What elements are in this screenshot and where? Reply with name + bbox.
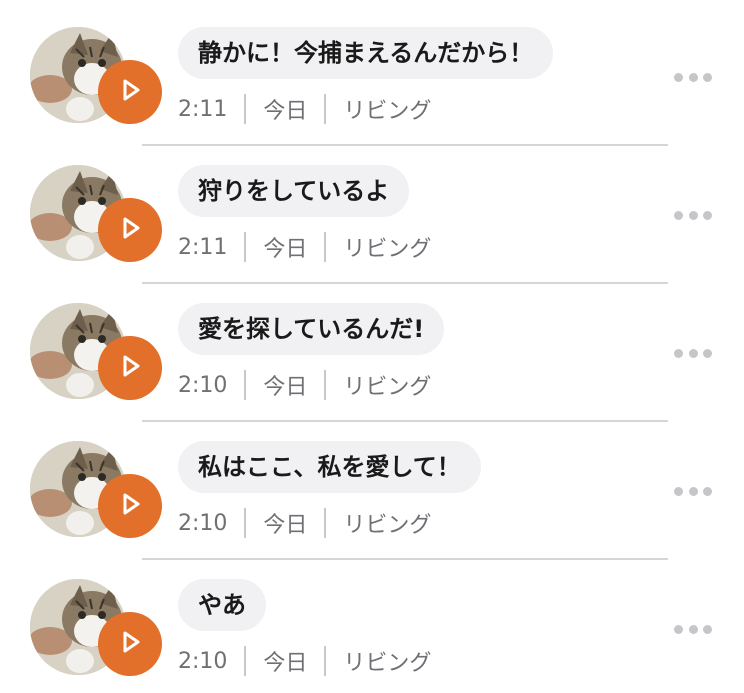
- play-button[interactable]: [98, 612, 162, 676]
- message-day: 今日: [263, 99, 308, 124]
- message-room: リビング: [343, 375, 432, 400]
- more-horizontal-icon: [703, 72, 712, 82]
- play-icon: [117, 491, 143, 521]
- message-day: 今日: [263, 375, 308, 400]
- play-button[interactable]: [98, 198, 162, 262]
- avatar-wrap: [30, 27, 165, 137]
- message-room: リビング: [343, 513, 432, 538]
- message-day: 今日: [263, 237, 308, 262]
- play-icon: [117, 353, 143, 383]
- more-horizontal-icon: [703, 624, 712, 634]
- message-row[interactable]: 私はここ、私を愛して！ 2:10 今日 リビング: [0, 414, 744, 560]
- message-row[interactable]: 静かに！今捕まえるんだから！ 2:11 今日 リビング: [0, 0, 744, 146]
- more-options-button[interactable]: [674, 210, 712, 220]
- more-horizontal-icon: [703, 348, 712, 358]
- message-row[interactable]: 愛を探しているんだ! 2:10 今日 リビング: [0, 276, 744, 422]
- meta-separator: [244, 232, 247, 262]
- more-horizontal-icon: [674, 210, 683, 220]
- play-icon: [117, 629, 143, 659]
- avatar-wrap: [30, 579, 165, 689]
- meta-separator: [244, 646, 247, 676]
- message-time: 2:10: [178, 372, 228, 398]
- message-row[interactable]: 狩りをしているよ 2:11 今日 リビング: [0, 138, 744, 284]
- message-day: 今日: [263, 513, 308, 538]
- message-meta: 2:10 今日 リビング: [178, 506, 431, 540]
- more-horizontal-icon: [703, 210, 712, 220]
- message-meta: 2:11 今日 リビング: [178, 230, 431, 264]
- meta-separator: [244, 370, 247, 400]
- meta-separator: [324, 232, 327, 262]
- message-time: 2:11: [178, 96, 228, 122]
- more-horizontal-icon: [688, 348, 698, 358]
- message-time: 2:10: [178, 510, 228, 536]
- more-options-button[interactable]: [674, 348, 712, 358]
- play-button[interactable]: [98, 474, 162, 538]
- avatar-wrap: [30, 165, 165, 275]
- message-time: 2:11: [178, 234, 228, 260]
- message-bubble[interactable]: 愛を探しているんだ!: [178, 303, 445, 355]
- message-meta: 2:10 今日 リビング: [178, 368, 431, 402]
- message-room: リビング: [343, 99, 432, 124]
- play-button[interactable]: [98, 336, 162, 400]
- more-options-button[interactable]: [674, 72, 712, 82]
- message-meta: 2:11 今日 リビング: [178, 92, 431, 126]
- play-button[interactable]: [98, 60, 162, 124]
- message-time: 2:10: [178, 648, 228, 674]
- meta-separator: [324, 370, 327, 400]
- more-options-button[interactable]: [674, 624, 712, 634]
- more-horizontal-icon: [674, 624, 683, 634]
- message-meta: 2:10 今日 リビング: [178, 644, 431, 678]
- more-horizontal-icon: [674, 72, 683, 82]
- more-options-button[interactable]: [674, 486, 712, 496]
- message-row[interactable]: やあ 2:10 今日 リビング: [0, 552, 744, 690]
- message-day: 今日: [263, 651, 308, 676]
- message-bubble[interactable]: 私はここ、私を愛して！: [178, 441, 481, 493]
- more-horizontal-icon: [688, 624, 698, 634]
- message-room: リビング: [343, 237, 432, 262]
- meta-separator: [244, 94, 247, 124]
- meta-separator: [324, 508, 327, 538]
- play-icon: [117, 77, 143, 107]
- avatar-wrap: [30, 441, 165, 551]
- avatar-wrap: [30, 303, 165, 413]
- message-room: リビング: [343, 651, 432, 676]
- more-horizontal-icon: [688, 210, 698, 220]
- meta-separator: [324, 646, 327, 676]
- message-bubble[interactable]: やあ: [178, 579, 266, 631]
- meta-separator: [244, 508, 247, 538]
- play-icon: [117, 215, 143, 245]
- more-horizontal-icon: [703, 486, 712, 496]
- more-horizontal-icon: [688, 72, 698, 82]
- message-bubble[interactable]: 静かに！今捕まえるんだから！: [178, 27, 554, 79]
- voice-message-list: 静かに！今捕まえるんだから！ 2:11 今日 リビング 狩りをしているよ 2:1…: [0, 0, 744, 693]
- more-horizontal-icon: [674, 486, 683, 496]
- more-horizontal-icon: [674, 348, 683, 358]
- more-horizontal-icon: [688, 486, 698, 496]
- message-bubble[interactable]: 狩りをしているよ: [178, 165, 410, 217]
- meta-separator: [324, 94, 327, 124]
